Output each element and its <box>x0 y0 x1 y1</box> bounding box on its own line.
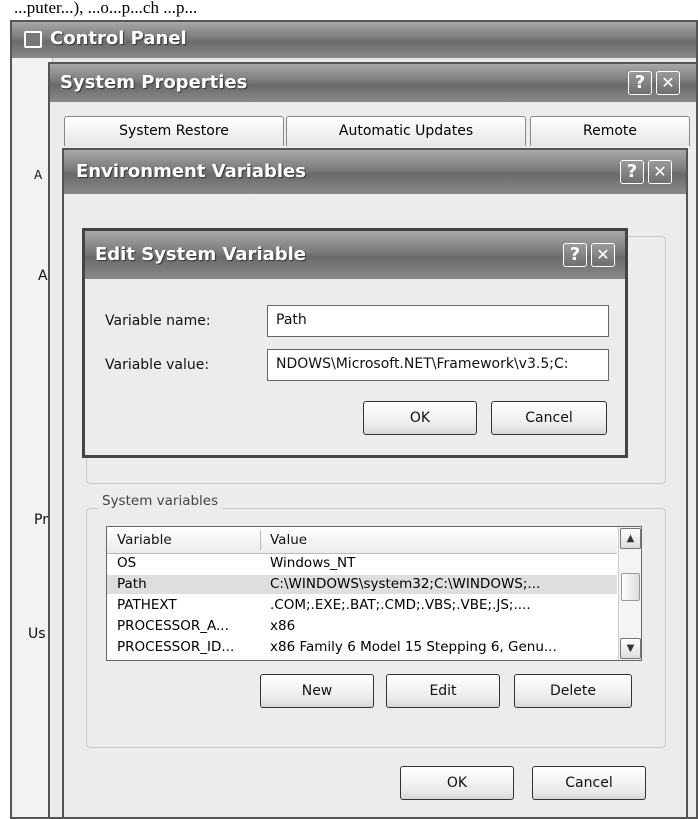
system-properties-title: System Properties <box>60 72 248 93</box>
table-row[interactable]: PROCESSOR_ID... x86 Family 6 Model 15 Ste… <box>107 638 617 657</box>
close-button-icon[interactable]: ✕ <box>648 160 672 184</box>
help-button-icon[interactable]: ? <box>563 243 587 267</box>
tab-automatic-updates[interactable]: Automatic Updates <box>286 116 526 146</box>
table-row[interactable]: OS Windows_NT <box>107 554 617 573</box>
value-cell: .COM;.EXE;.BAT;.CMD;.VBS;.VBE;.JS;.... <box>270 597 531 613</box>
cancel-button[interactable]: Cancel <box>532 766 646 800</box>
delete-button[interactable]: Delete <box>514 674 632 708</box>
edit-system-variable-titlebar[interactable]: Edit System Variable ? ✕ <box>85 231 625 279</box>
scroll-up-icon[interactable]: ▲ <box>620 528 641 549</box>
side-label-1: A <box>34 168 43 182</box>
system-variables-list[interactable]: Variable Value OS Windows_NT Path C:\WINDOW… <box>106 526 642 661</box>
variable-cell: OS <box>117 555 137 571</box>
list-rows: OS Windows_NT Path C:\WINDOWS\system32;C:\W… <box>107 554 617 660</box>
table-row[interactable]: Path C:\WINDOWS\system32;C:\WINDOWS;... <box>107 575 617 594</box>
cancel-button[interactable]: Cancel <box>491 401 607 435</box>
help-button-icon[interactable]: ? <box>620 160 644 184</box>
side-label-3: Pr <box>34 512 48 528</box>
vertical-scrollbar[interactable]: ▲ ▼ <box>618 527 641 660</box>
variable-cell: PROCESSOR_ID... <box>117 639 235 655</box>
variable-cell: Path <box>117 576 147 592</box>
control-panel-title: Control Panel <box>50 28 187 49</box>
side-label-4: Us <box>28 626 46 642</box>
table-row[interactable]: PATHEXT .COM;.EXE;.BAT;.CMD;.VBS;.VBE;.JS… <box>107 596 617 615</box>
column-header-value[interactable]: Value <box>270 532 307 548</box>
edit-button[interactable]: Edit <box>386 674 500 708</box>
close-button-icon[interactable]: ✕ <box>656 71 680 95</box>
list-header: Variable Value <box>107 527 617 554</box>
tab-strip: System Restore Automatic Updates Remote <box>64 116 690 146</box>
system-variables-label: System variables <box>98 493 223 509</box>
help-button-icon[interactable]: ? <box>628 71 652 95</box>
environment-variables-titlebar[interactable]: Environment Variables ? ✕ <box>64 150 686 194</box>
variable-value-label: Variable value: <box>105 357 210 373</box>
column-divider <box>260 530 261 550</box>
control-panel-titlebar[interactable]: Control Panel <box>12 22 696 58</box>
variable-cell: PATHEXT <box>117 597 177 613</box>
scroll-down-icon[interactable]: ▼ <box>620 638 641 659</box>
environment-variables-title: Environment Variables <box>76 161 306 182</box>
value-cell: Windows_NT <box>270 555 356 571</box>
value-cell: x86 <box>270 618 296 634</box>
variable-value-input[interactable]: NDOWS\Microsoft.NET\Framework\v3.5;C: <box>267 349 609 381</box>
edit-system-variable-title: Edit System Variable <box>95 244 307 265</box>
tab-system-restore[interactable]: System Restore <box>64 116 284 146</box>
variable-name-input[interactable]: Path <box>267 305 609 337</box>
tab-remote[interactable]: Remote <box>530 116 690 146</box>
column-header-variable[interactable]: Variable <box>117 532 172 548</box>
new-button[interactable]: New <box>260 674 374 708</box>
scroll-thumb[interactable] <box>621 573 640 601</box>
value-cell: x86 Family 6 Model 15 Stepping 6, Genu..… <box>270 639 557 655</box>
variable-name-label: Variable name: <box>105 313 211 329</box>
control-panel-left-edge <box>12 58 53 817</box>
system-properties-titlebar[interactable]: System Properties ? ✕ <box>50 64 696 102</box>
close-button-icon[interactable]: ✕ <box>591 243 615 267</box>
table-row[interactable]: PROCESSOR_A... x86 <box>107 617 617 636</box>
edit-system-variable-window: Edit System Variable ? ✕ Variable name: … <box>82 228 628 458</box>
ok-button[interactable]: OK <box>400 766 514 800</box>
side-label-2: A <box>38 268 48 284</box>
value-cell: C:\WINDOWS\system32;C:\WINDOWS;... <box>270 576 541 592</box>
ok-button[interactable]: OK <box>363 401 477 435</box>
control-panel-icon <box>24 31 42 48</box>
page-caption: ...puter...), ...o...p...ch ...p... <box>0 0 698 18</box>
variable-cell: PROCESSOR_A... <box>117 618 229 634</box>
